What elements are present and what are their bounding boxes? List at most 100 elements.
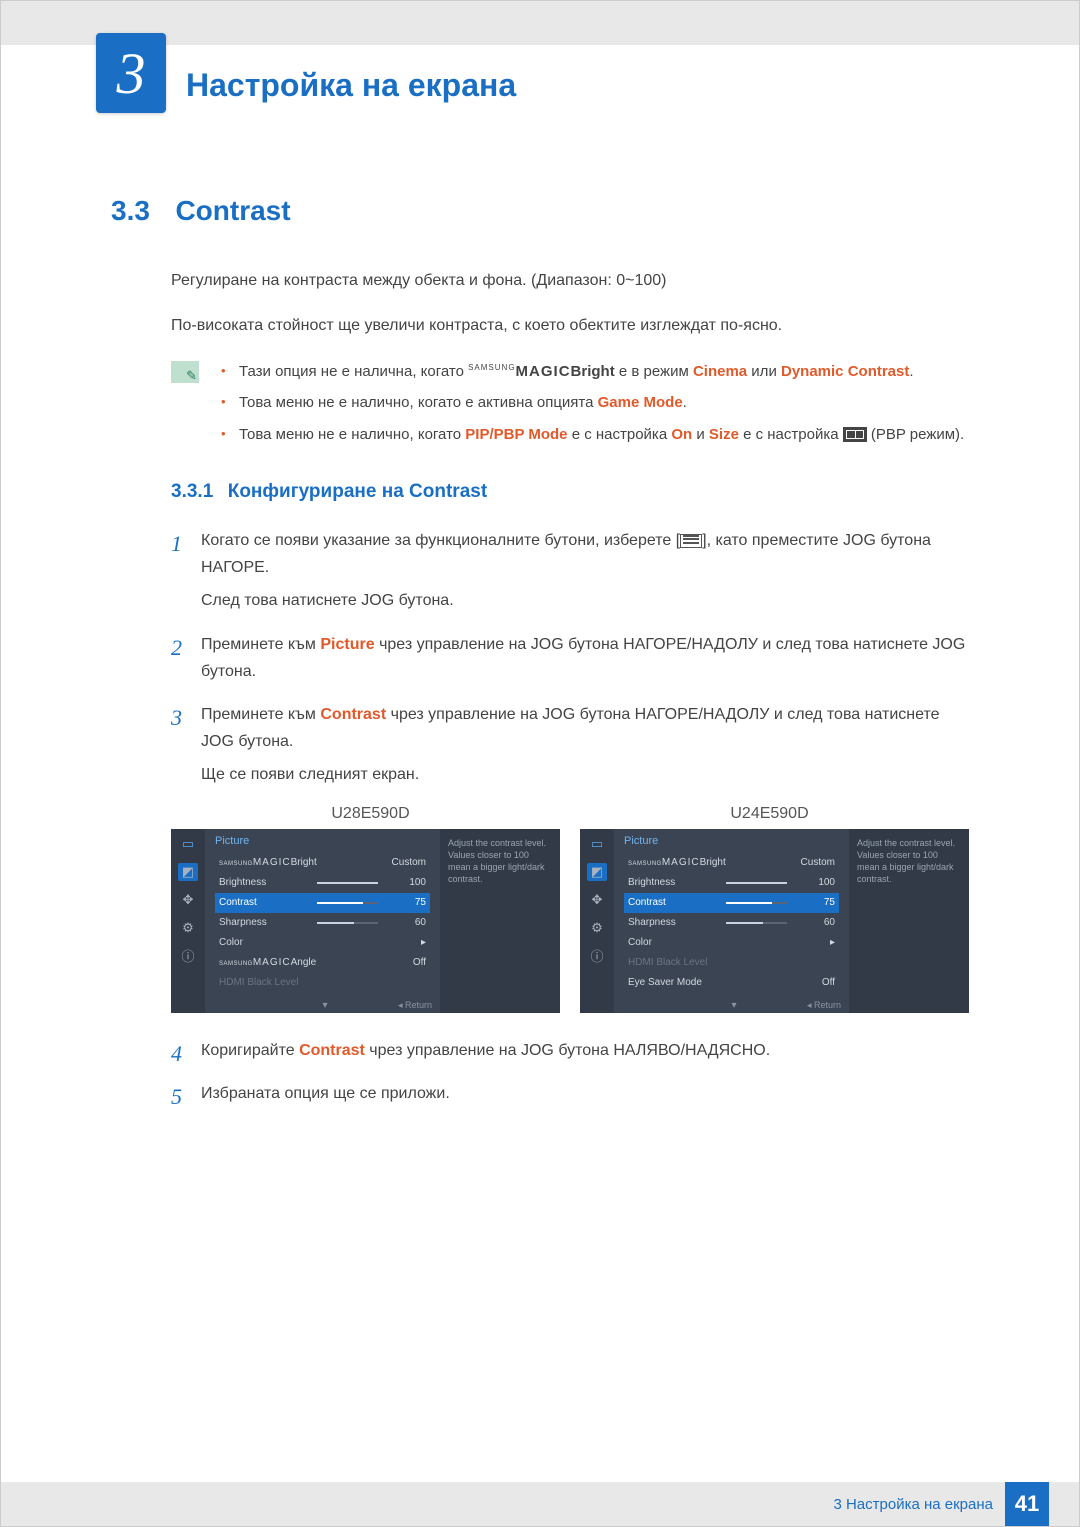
osd-sidebar: ▭ ◩ ✥ ⚙ ⓘ [171, 829, 205, 1013]
pip-tab-icon: ✥ [178, 891, 198, 909]
osd-slider [317, 902, 378, 904]
osd-row-label: Sharpness [219, 917, 309, 928]
osd-sidebar: ▭ ◩ ✥ ⚙ ⓘ [580, 829, 614, 1013]
info-tab-icon: ⓘ [587, 947, 607, 965]
step-number: 1 [171, 525, 182, 562]
chapter-title: Настройка на екрана [186, 67, 516, 104]
osd-row-value: Off [795, 977, 835, 988]
down-arrow-icon: ▾ [732, 1000, 737, 1011]
osd-row-value: ▸ [386, 937, 426, 948]
subsection-heading: 3.3.1 Конфигуриране на Contrast [111, 481, 969, 503]
osd-row-label: Contrast [219, 897, 309, 908]
description-1: Регулиране на контраста между обекта и ф… [111, 269, 969, 294]
page: 3 Настройка на екрана 3.3 Contrast Регул… [0, 0, 1080, 1527]
footer: 3 Настройка на екрана 41 [1, 1482, 1079, 1526]
osd-row-label: SAMSUNGMAGICBright [628, 857, 726, 868]
osd-row-label: HDMI Black Level [219, 977, 309, 988]
osd-row: Color ▸ [624, 933, 839, 953]
step-2: 2 Преминете към Picture чрез управление … [171, 631, 969, 685]
note-item-2: Това меню не е налично, когато е активна… [221, 390, 964, 416]
description-2: По-високата стойност ще увеличи контраст… [111, 314, 969, 339]
settings-tab-icon: ⚙ [178, 919, 198, 937]
section-title: Contrast [175, 195, 290, 226]
osd-row-value: Off [386, 957, 426, 968]
subsection-title: Конфигуриране на Contrast [228, 481, 487, 502]
step-3: 3 Преминете към Contrast чрез управление… [171, 701, 969, 789]
picture-tab-icon: ▭ [178, 835, 198, 853]
steps-list: 1 Когато се появи указание за функционал… [111, 527, 969, 789]
picture-tab-icon: ▭ [587, 835, 607, 853]
step-4: 4 Коригирайте Contrast чрез управление н… [171, 1037, 969, 1064]
osd-left: ▭ ◩ ✥ ⚙ ⓘ Picture SAMSUNGMAGICBrightCust… [171, 829, 560, 1013]
osd-row-label: HDMI Black Level [628, 957, 718, 968]
osd-help-text: Adjust the contrast level. Values closer… [440, 829, 560, 1013]
osd-row: HDMI Black Level [624, 953, 839, 973]
osd-active-tab-icon: ◩ [587, 863, 607, 881]
model-labels: U28E590D U24E590D [111, 805, 969, 823]
osd-row-value: 60 [795, 917, 835, 928]
osd-row: SAMSUNGMAGICBright Custom [215, 853, 430, 873]
osd-row: Sharpness 60 [215, 913, 430, 933]
note-icon [171, 361, 199, 383]
info-tab-icon: ⓘ [178, 947, 198, 965]
osd-row-label: Brightness [628, 877, 718, 888]
osd-row-label: Brightness [219, 877, 309, 888]
note-item-3: Това меню не е налично, когато PIP/PBP M… [221, 422, 964, 448]
footer-text: 3 Настройка на екрана [833, 1496, 993, 1513]
osd-title: Picture [624, 835, 839, 847]
osd-right: ▭ ◩ ✥ ⚙ ⓘ Picture SAMSUNGMAGICBright Cust… [580, 829, 969, 1013]
step-number: 3 [171, 699, 182, 736]
osd-row: SAMSUNGMAGICBright Custom [624, 853, 839, 873]
section-number: 3.3 [111, 195, 171, 227]
osd-slider [317, 882, 378, 884]
osd-row-label: SAMSUNGMAGICBright [219, 857, 317, 868]
osd-screenshots: ▭ ◩ ✥ ⚙ ⓘ Picture SAMSUNGMAGICBright Cust… [111, 829, 969, 1013]
model-label-right: U24E590D [730, 805, 808, 823]
osd-row-value: Custom [386, 857, 426, 868]
menu-icon [680, 534, 702, 548]
osd-row-value: 75 [386, 897, 426, 908]
chapter-number-badge: 3 [96, 33, 166, 113]
osd-row-value: 60 [386, 917, 426, 928]
down-arrow-icon: ▾ [323, 1000, 328, 1011]
osd-row: SAMSUNGMAGICAngle Off [215, 953, 430, 973]
step-1: 1 Когато се появи указание за функционал… [171, 527, 969, 615]
osd-slider [317, 922, 378, 924]
step-number: 2 [171, 629, 182, 666]
steps-list-continued: 4 Коригирайте Contrast чрез управление н… [111, 1037, 969, 1107]
osd-slider [726, 902, 787, 904]
page-number: 41 [1005, 1482, 1049, 1526]
subsection-number: 3.3.1 [171, 481, 213, 503]
osd-help-text: Adjust the contrast level. Values closer… [849, 829, 969, 1013]
osd-main: Picture SAMSUNGMAGICBright Custom Brightne… [614, 829, 849, 1013]
chapter-header: 3 Настройка на екрана [1, 45, 1079, 125]
osd-row-label: Color [628, 937, 718, 948]
return-label: ◂ Return [398, 1000, 432, 1011]
osd-row-label: Sharpness [628, 917, 718, 928]
osd-row-label: SAMSUNGMAGICAngle [219, 957, 316, 968]
osd-active-tab-icon: ◩ [178, 863, 198, 881]
osd-row-value: 100 [386, 877, 426, 888]
step-5: 5 Избраната опция ще се приложи. [171, 1080, 969, 1107]
osd-row: Sharpness 60 [624, 913, 839, 933]
osd-row-value: Custom [795, 857, 835, 868]
pip-tab-icon: ✥ [587, 891, 607, 909]
settings-tab-icon: ⚙ [587, 919, 607, 937]
osd-slider [726, 922, 787, 924]
osd-row: Contrast 75 [215, 893, 430, 913]
note-list: Тази опция не е налична, когато SAMSUNGM… [221, 359, 964, 454]
osd-row-value: 75 [795, 897, 835, 908]
pbp-split-icon [843, 427, 867, 442]
osd-row: Brightness 100 [215, 873, 430, 893]
osd-row-value: ▸ [795, 937, 835, 948]
osd-row: Eye Saver Mode Off [624, 973, 839, 993]
osd-row-label: Color [219, 937, 309, 948]
osd-row: Brightness100 [624, 873, 839, 893]
osd-row-label: Eye Saver Mode [628, 977, 718, 988]
osd-row: Color ▸ [215, 933, 430, 953]
osd-row: HDMI Black Level [215, 973, 430, 993]
model-label-left: U28E590D [331, 805, 409, 823]
osd-row-label: Contrast [628, 897, 718, 908]
content: 3.3 Contrast Регулиране на контраста меж… [1, 125, 1079, 1107]
osd-row: Contrast 75 [624, 893, 839, 913]
